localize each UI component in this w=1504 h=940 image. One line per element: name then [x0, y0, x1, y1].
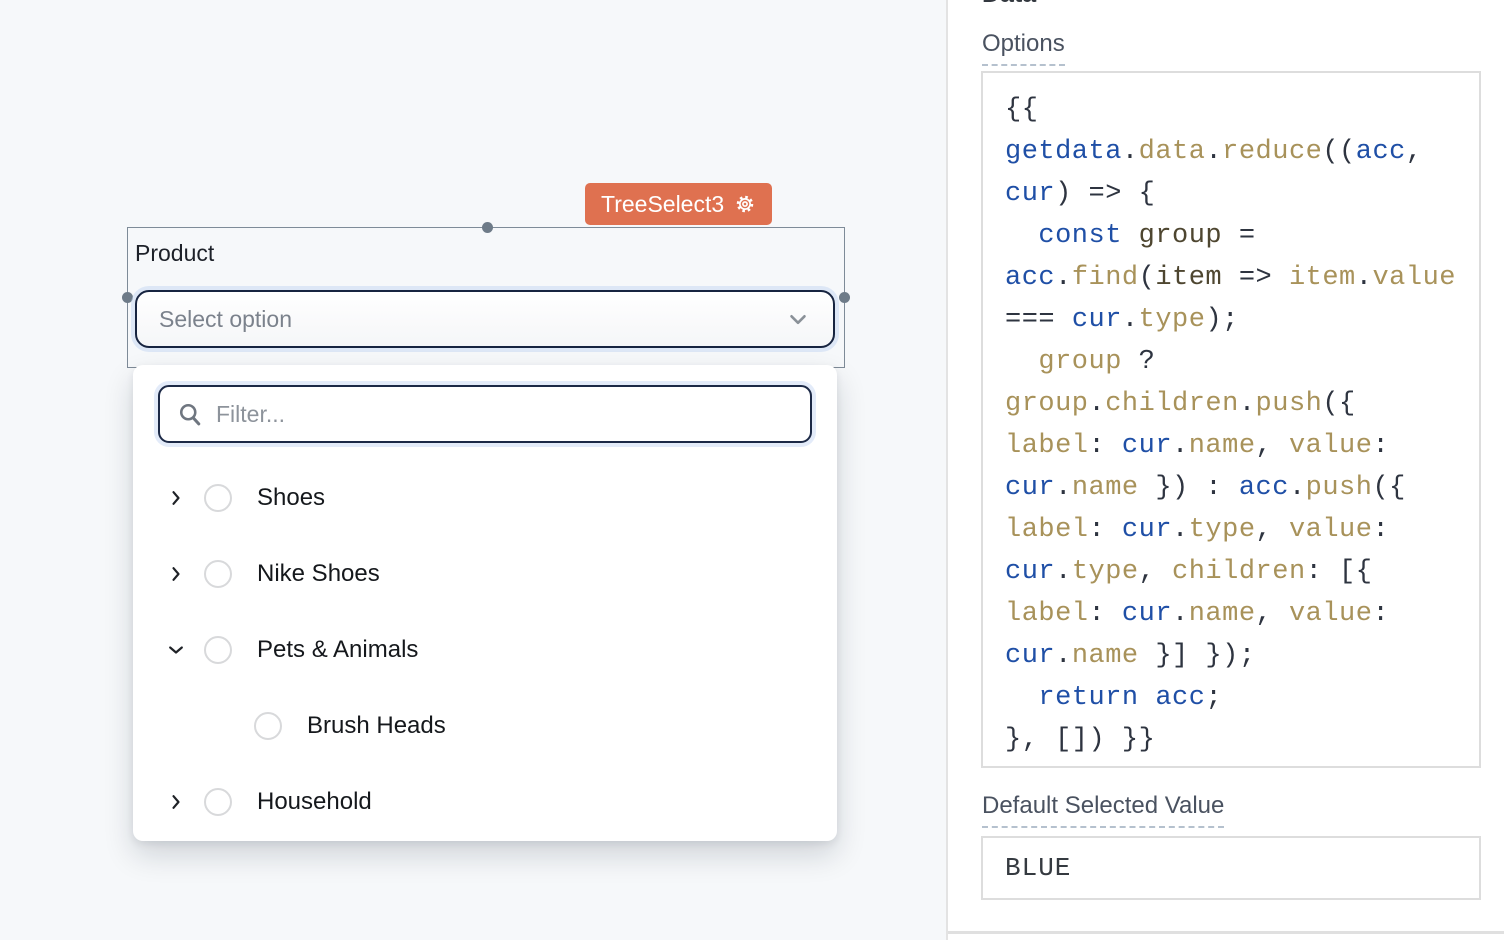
tree-item-label: Pets & Animals — [257, 636, 418, 664]
radio-circle[interactable] — [204, 636, 232, 664]
tree-item[interactable]: Brush Heads — [133, 688, 837, 764]
filter-input[interactable] — [216, 401, 794, 428]
widget-field-label: Product — [135, 240, 214, 267]
resize-handle-top[interactable] — [482, 222, 493, 233]
tree-select-trigger[interactable]: Select option — [135, 290, 835, 348]
tree-item[interactable]: Nike Shoes — [133, 536, 837, 612]
filter-field[interactable] — [158, 385, 812, 443]
resize-handle-right[interactable] — [839, 292, 850, 303]
default-value-input[interactable]: BLUE — [981, 836, 1481, 900]
chevron-right-icon[interactable] — [166, 488, 186, 508]
select-placeholder-text: Select option — [159, 306, 785, 333]
chevron-right-icon[interactable] — [166, 792, 186, 812]
search-icon — [176, 400, 204, 428]
default-value-property-label[interactable]: Default Selected Value — [982, 792, 1224, 828]
panel-section-title: Data — [982, 0, 1036, 9]
chevron-down-icon[interactable] — [166, 640, 186, 660]
properties-panel: Data Options {{getdata.data.reduce((acc,… — [946, 0, 1504, 940]
widget-name-badge[interactable]: TreeSelect3 — [585, 183, 772, 225]
gear-icon[interactable] — [734, 193, 756, 215]
tree-item[interactable]: Pets & Animals — [133, 612, 837, 688]
tree-item[interactable]: Shoes — [133, 460, 837, 536]
tree-item-label: Household — [257, 788, 372, 816]
options-property-label[interactable]: Options — [982, 30, 1065, 66]
radio-circle[interactable] — [204, 560, 232, 588]
radio-circle[interactable] — [254, 712, 282, 740]
chevron-right-icon[interactable] — [166, 564, 186, 584]
tree-item-label: Shoes — [257, 484, 325, 512]
panel-divider — [948, 931, 1504, 934]
editor-canvas[interactable]: TreeSelect3 Product Select option Shoes N… — [0, 0, 946, 940]
default-value-text: BLUE — [1005, 853, 1071, 883]
widget-name-label: TreeSelect3 — [601, 191, 724, 218]
tree-option-list: Shoes Nike Shoes Pets & Animals Brush Heads… — [133, 460, 837, 840]
radio-circle[interactable] — [204, 484, 232, 512]
chevron-down-icon — [785, 306, 811, 332]
options-code-editor[interactable]: {{getdata.data.reduce((acc,cur) => { con… — [981, 71, 1481, 768]
radio-circle[interactable] — [204, 788, 232, 816]
resize-handle-left[interactable] — [122, 292, 133, 303]
tree-item[interactable]: Household — [133, 764, 837, 840]
tree-select-dropdown: Shoes Nike Shoes Pets & Animals Brush Heads… — [133, 365, 837, 841]
tree-item-label: Brush Heads — [307, 712, 446, 740]
tree-item-label: Nike Shoes — [257, 560, 380, 588]
